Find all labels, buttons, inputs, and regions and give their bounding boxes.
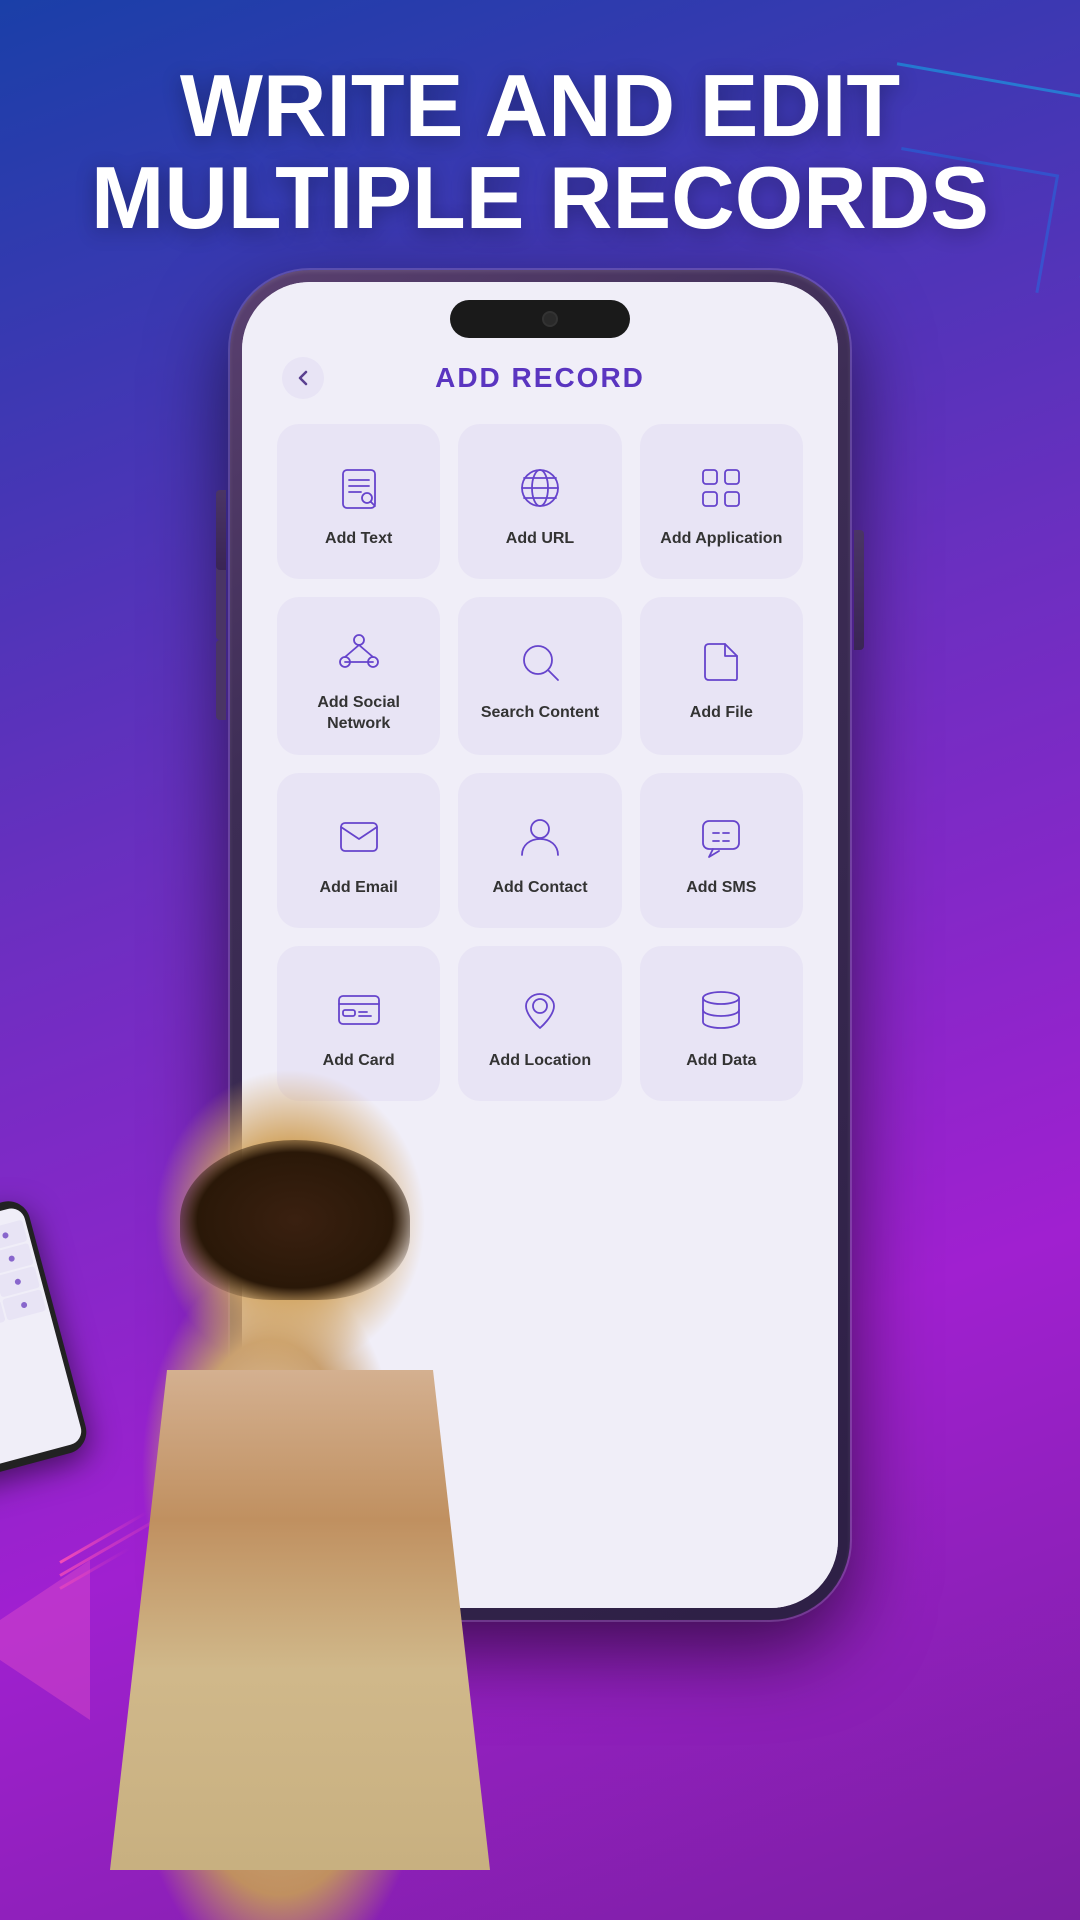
decorative-lines [60,1561,200,1600]
small-phone-grid [0,1220,46,1343]
add-application-label: Add Application [660,529,782,550]
record-item-add-social[interactable]: Add Social Network [277,597,440,755]
data-icon [694,983,748,1037]
file-icon [694,635,748,689]
url-icon [513,461,567,515]
text-icon [332,461,386,515]
add-url-label: Add URL [506,529,574,550]
record-item-add-url[interactable]: Add URL [458,424,621,579]
app-header: ADD RECORD [272,362,808,394]
small-phone-in-hand: ADD RECORD [0,1196,91,1483]
record-item-add-card[interactable]: Add Card [277,946,440,1101]
app-screen: ADD RECORD [242,282,838,1608]
location-icon [513,983,567,1037]
add-text-label: Add Text [325,529,392,550]
record-item-add-contact[interactable]: Add Contact [458,773,621,928]
small-phone-screen: ADD RECORD [0,1205,84,1474]
record-item-search-content[interactable]: Search Content [458,597,621,755]
record-item-add-location[interactable]: Add Location [458,946,621,1101]
add-contact-label: Add Contact [492,878,587,899]
contact-icon [513,810,567,864]
sms-icon [694,810,748,864]
app-icon [694,461,748,515]
phone-notch [450,300,630,338]
add-card-label: Add Card [323,1051,395,1072]
app-title: ADD RECORD [435,362,645,394]
record-item-add-email[interactable]: Add Email [277,773,440,928]
records-grid: Add Text Add [272,424,808,1101]
email-icon [332,810,386,864]
record-item-add-application[interactable]: Add Application [640,424,803,579]
social-icon [332,625,386,679]
phone-mockup: ADD RECORD [230,270,850,1620]
search-content-label: Search Content [481,703,599,724]
headline: WRITE AND EDIT MULTIPLE RECORDS [0,60,1080,245]
add-email-label: Add Email [320,878,398,899]
record-item-add-sms[interactable]: Add SMS [640,773,803,928]
headline-line1: WRITE AND EDIT [60,60,1020,152]
add-sms-label: Add SMS [686,878,756,899]
add-file-label: Add File [690,703,753,724]
add-data-label: Add Data [686,1051,756,1072]
phone-outer-shell: ADD RECORD [230,270,850,1620]
headline-line2: MULTIPLE RECORDS [60,152,1020,244]
record-item-add-text[interactable]: Add Text [277,424,440,579]
card-icon [332,983,386,1037]
phone-inner-screen: ADD RECORD [242,282,838,1608]
camera-dot [542,311,558,327]
add-social-label: Add Social Network [292,693,425,735]
record-item-add-data[interactable]: Add Data [640,946,803,1101]
search-icon [513,635,567,689]
add-location-label: Add Location [489,1051,591,1072]
back-button[interactable] [282,357,324,399]
record-item-add-file[interactable]: Add File [640,597,803,755]
